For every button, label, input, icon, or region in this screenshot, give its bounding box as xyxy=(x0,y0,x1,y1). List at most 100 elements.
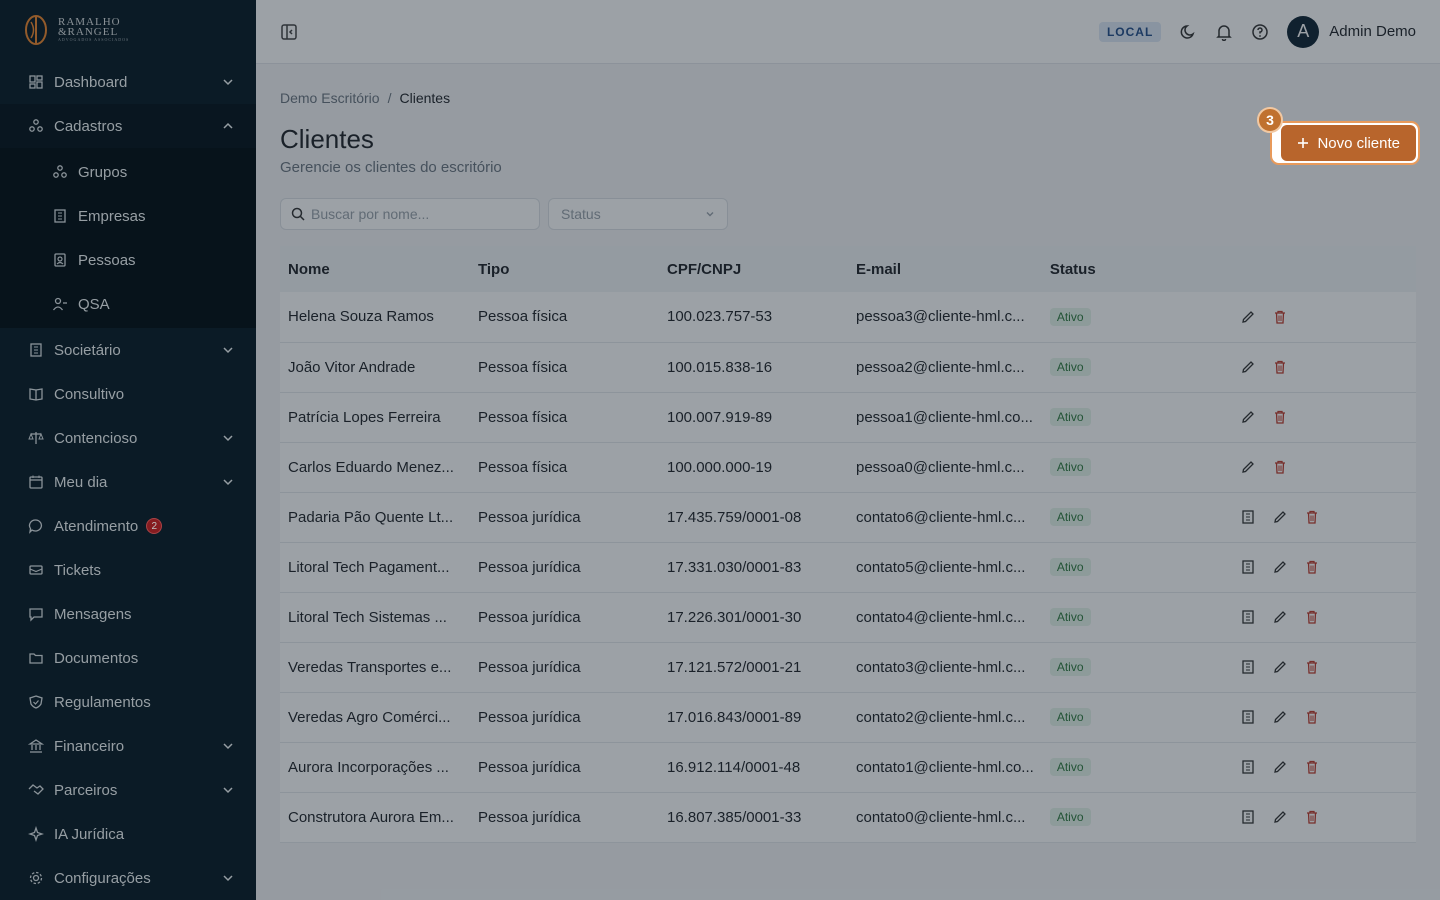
delete-icon[interactable] xyxy=(1304,659,1320,675)
delete-icon[interactable] xyxy=(1304,509,1320,525)
edit-icon[interactable] xyxy=(1272,809,1288,825)
status-badge: Ativo xyxy=(1049,558,1091,576)
sidebar-item-societario[interactable]: Societário xyxy=(0,328,256,372)
table-row[interactable]: Construtora Aurora Em... Pessoa jurídica 1… xyxy=(280,792,1416,843)
delete-icon[interactable] xyxy=(1304,609,1320,625)
delete-icon[interactable] xyxy=(1272,459,1288,475)
building-icon xyxy=(28,342,44,358)
company-details-icon[interactable] xyxy=(1240,609,1256,625)
sidebar-subitem-empresas[interactable]: Empresas xyxy=(0,194,256,238)
header-cpf-cnpj[interactable]: CPF/CNPJ xyxy=(659,246,848,292)
sidebar-item-tickets[interactable]: Tickets xyxy=(0,548,256,592)
cell-email: contato5@cliente-hml.c... xyxy=(848,542,1042,593)
breadcrumb-home[interactable]: Demo Escritório xyxy=(280,90,380,106)
groups-icon xyxy=(52,164,68,180)
edit-icon[interactable] xyxy=(1240,359,1256,375)
sidebar-item-regulamentos[interactable]: Regulamentos xyxy=(0,680,256,724)
brand-logo[interactable]: RAMALHO &RANGEL ADVOGADOS ASSOCIADOS xyxy=(0,0,256,60)
table-row[interactable]: Litoral Tech Pagament... Pessoa jurídica 1… xyxy=(280,542,1416,593)
edit-icon[interactable] xyxy=(1240,309,1256,325)
sidebar-item-cadastros[interactable]: Cadastros xyxy=(0,104,256,148)
sidebar-item-mensagens[interactable]: Mensagens xyxy=(0,592,256,636)
avatar: A xyxy=(1287,15,1320,48)
search-icon xyxy=(291,207,305,221)
table-row[interactable]: Litoral Tech Sistemas ... Pessoa jurídica… xyxy=(280,592,1416,643)
company-details-icon[interactable] xyxy=(1240,509,1256,525)
sidebar-subitem-grupos[interactable]: Grupos xyxy=(0,150,256,194)
breadcrumb: Demo Escritório / Clientes xyxy=(280,90,1416,106)
cell-nome: Padaria Pão Quente Lt... xyxy=(280,492,470,543)
sidebar-toggle-icon[interactable] xyxy=(280,23,298,41)
edit-icon[interactable] xyxy=(1272,759,1288,775)
sidebar-item-label: IA Jurídica xyxy=(54,825,125,843)
edit-icon[interactable] xyxy=(1272,559,1288,575)
table-row[interactable]: Carlos Eduardo Menez... Pessoa física 100.… xyxy=(280,442,1416,493)
cell-actions xyxy=(1231,392,1416,443)
sidebar-item-dashboard[interactable]: Dashboard xyxy=(0,60,256,104)
table-row[interactable]: João Vitor Andrade Pessoa física 100.015.8… xyxy=(280,342,1416,393)
table-row[interactable]: Veredas Agro Comérci... Pessoa jurídica 17… xyxy=(280,692,1416,743)
help-icon[interactable] xyxy=(1251,23,1269,41)
qsa-icon xyxy=(52,296,68,312)
company-details-icon[interactable] xyxy=(1240,659,1256,675)
table-row[interactable]: Helena Souza Ramos Pessoa física 100.023.7… xyxy=(280,292,1416,343)
company-details-icon[interactable] xyxy=(1240,809,1256,825)
sidebar-item-ia-juridica[interactable]: IA Jurídica xyxy=(0,812,256,856)
delete-icon[interactable] xyxy=(1272,309,1288,325)
sidebar-item-atendimento[interactable]: Atendimento 2 xyxy=(0,504,256,548)
cell-nome: Helena Souza Ramos xyxy=(280,292,470,343)
edit-icon[interactable] xyxy=(1240,409,1256,425)
delete-icon[interactable] xyxy=(1304,709,1320,725)
header-nome[interactable]: Nome xyxy=(280,246,470,292)
delete-icon[interactable] xyxy=(1272,409,1288,425)
table-row[interactable]: Patrícia Lopes Ferreira Pessoa física 100.… xyxy=(280,392,1416,443)
table-row[interactable]: Aurora Incorporações ... Pessoa jurídica 1… xyxy=(280,742,1416,793)
sidebar-item-documentos[interactable]: Documentos xyxy=(0,636,256,680)
cell-nome: Veredas Transportes e... xyxy=(280,642,470,693)
moon-icon[interactable] xyxy=(1179,23,1197,41)
edit-icon[interactable] xyxy=(1240,459,1256,475)
sidebar-item-contencioso[interactable]: Contencioso xyxy=(0,416,256,460)
header-status[interactable]: Status xyxy=(1041,246,1232,292)
clients-table: Nome Tipo CPF/CNPJ E-mail Status Helena … xyxy=(280,246,1416,843)
cell-cpf-cnpj: 100.000.000-19 xyxy=(659,442,848,493)
sidebar-item-configuracoes[interactable]: Configurações xyxy=(0,856,256,900)
cell-actions xyxy=(1231,792,1416,843)
cell-email: pessoa2@cliente-hml.c... xyxy=(848,342,1042,393)
cell-email: contato4@cliente-hml.c... xyxy=(848,592,1042,643)
chevron-down-icon xyxy=(223,479,233,486)
cell-actions xyxy=(1231,742,1416,793)
sidebar-subitem-pessoas[interactable]: Pessoas xyxy=(0,238,256,282)
dashboard-icon xyxy=(28,74,44,90)
sidebar-item-financeiro[interactable]: Financeiro xyxy=(0,724,256,768)
company-details-icon[interactable] xyxy=(1240,559,1256,575)
header-email[interactable]: E-mail xyxy=(848,246,1042,292)
sidebar-item-meu-dia[interactable]: Meu dia xyxy=(0,460,256,504)
edit-icon[interactable] xyxy=(1272,509,1288,525)
edit-icon[interactable] xyxy=(1272,709,1288,725)
bell-icon[interactable] xyxy=(1215,23,1233,41)
company-details-icon[interactable] xyxy=(1240,709,1256,725)
header-tipo[interactable]: Tipo xyxy=(470,246,659,292)
folder-icon xyxy=(28,650,44,666)
company-details-icon[interactable] xyxy=(1240,759,1256,775)
cell-status: Ativo xyxy=(1041,342,1232,393)
sidebar-item-parceiros[interactable]: Parceiros xyxy=(0,768,256,812)
delete-icon[interactable] xyxy=(1304,809,1320,825)
company-icon xyxy=(52,208,68,224)
delete-icon[interactable] xyxy=(1304,559,1320,575)
delete-icon[interactable] xyxy=(1272,359,1288,375)
edit-icon[interactable] xyxy=(1272,609,1288,625)
cell-nome: Litoral Tech Pagament... xyxy=(280,542,470,593)
table-row[interactable]: Padaria Pão Quente Lt... Pessoa jurídica 1… xyxy=(280,492,1416,543)
search-input[interactable] xyxy=(311,206,521,222)
delete-icon[interactable] xyxy=(1304,759,1320,775)
sidebar-subitem-qsa[interactable]: QSA xyxy=(0,282,256,326)
table-row[interactable]: Veredas Transportes e... Pessoa jurídica 1… xyxy=(280,642,1416,693)
sidebar-item-consultivo[interactable]: Consultivo xyxy=(0,372,256,416)
edit-icon[interactable] xyxy=(1272,659,1288,675)
status-select[interactable]: Status xyxy=(548,198,728,230)
user-menu[interactable]: A Admin Demo xyxy=(1287,15,1416,48)
cell-nome: Veredas Agro Comérci... xyxy=(280,692,470,743)
new-client-button[interactable]: Novo cliente xyxy=(1281,125,1416,161)
